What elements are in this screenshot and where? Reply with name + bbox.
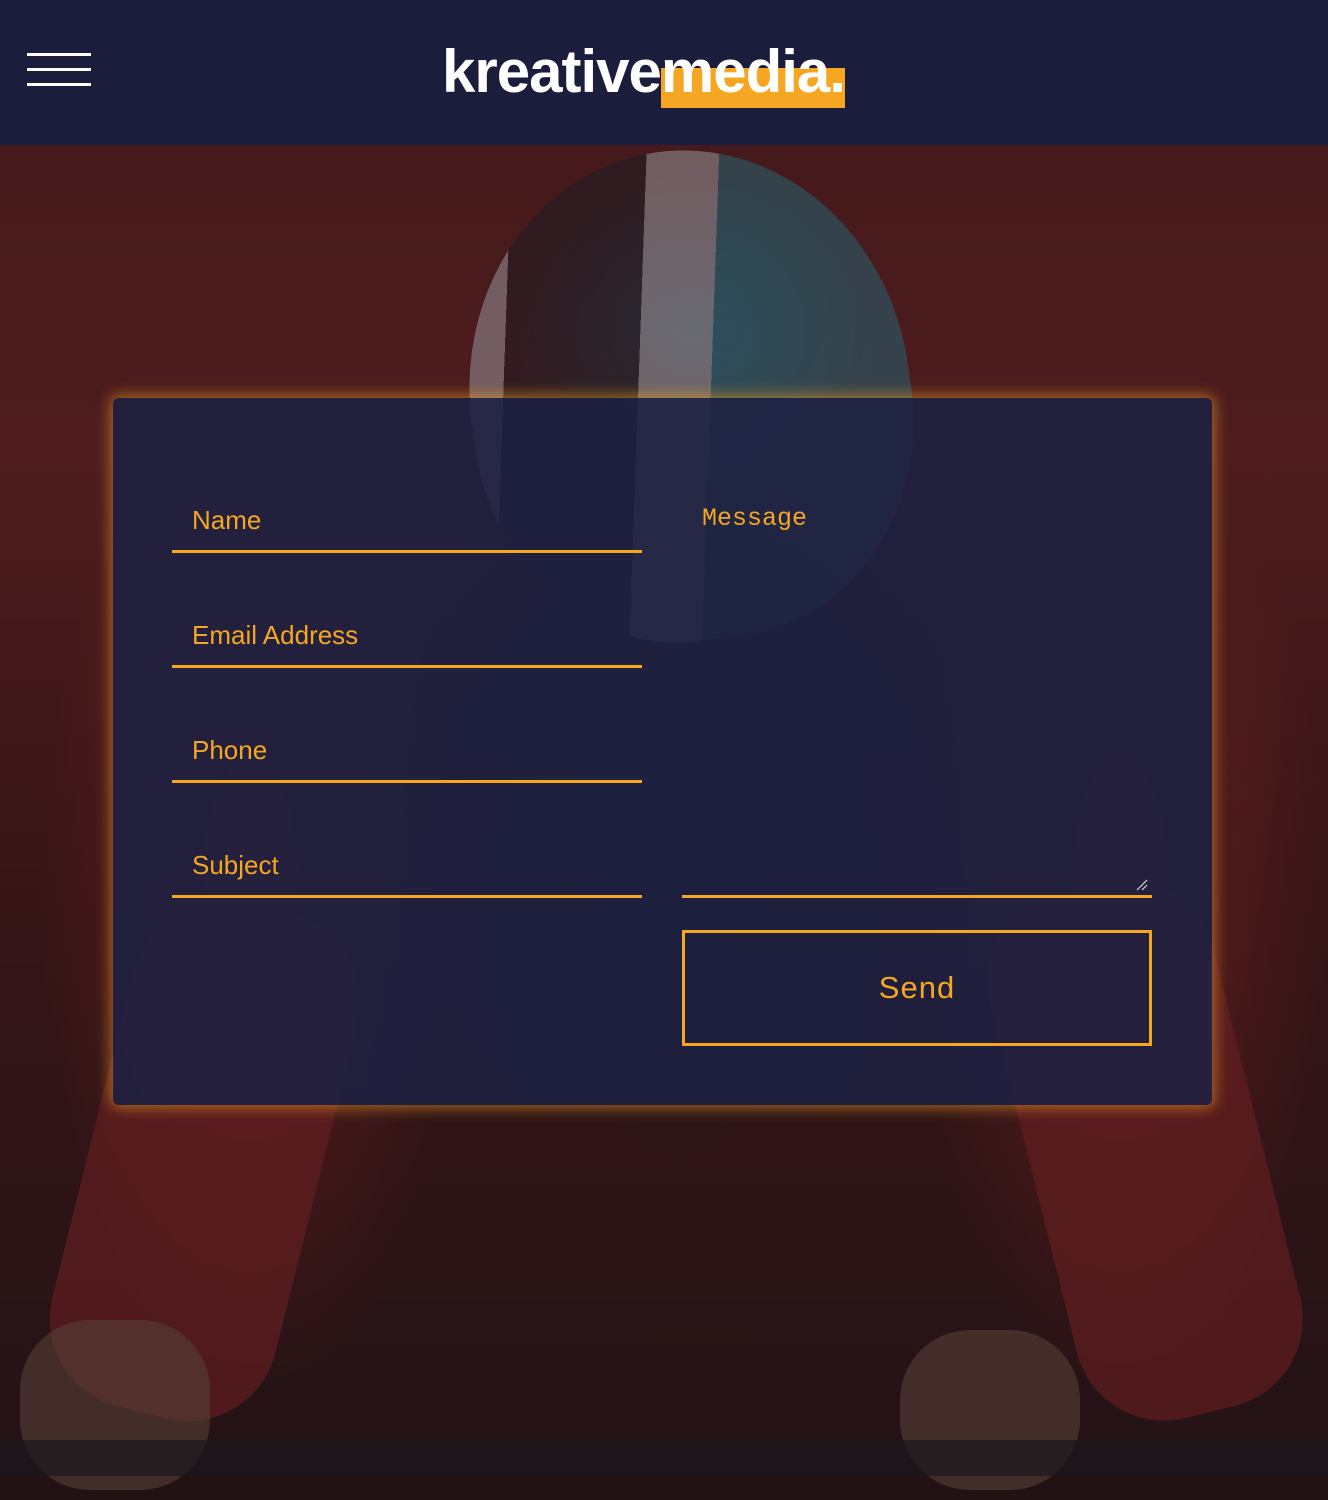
subject-input[interactable] xyxy=(172,835,642,895)
message-field-wrapper xyxy=(682,490,1152,898)
email-input[interactable] xyxy=(172,605,642,665)
name-field-wrapper xyxy=(172,490,642,553)
site-header: kreativemedia. xyxy=(0,0,1328,145)
subject-field-wrapper xyxy=(172,835,642,898)
contact-form: Send xyxy=(113,398,1212,1105)
menu-line xyxy=(27,83,91,86)
page: kreativemedia. Send xyxy=(0,0,1328,1500)
resize-grip-icon[interactable] xyxy=(1136,879,1148,891)
send-button[interactable]: Send xyxy=(682,930,1152,1046)
hamburger-menu-icon[interactable] xyxy=(27,53,91,87)
message-textarea[interactable] xyxy=(682,490,1152,895)
name-input[interactable] xyxy=(172,490,642,550)
menu-line xyxy=(27,53,91,56)
menu-line xyxy=(27,68,91,71)
logo-text-media: media. xyxy=(660,36,846,108)
phone-field-wrapper xyxy=(172,720,642,783)
email-field-wrapper xyxy=(172,605,642,668)
logo-text-kreative: kreative xyxy=(442,38,662,105)
brand-logo[interactable]: kreativemedia. xyxy=(442,36,846,108)
phone-input[interactable] xyxy=(172,720,642,780)
